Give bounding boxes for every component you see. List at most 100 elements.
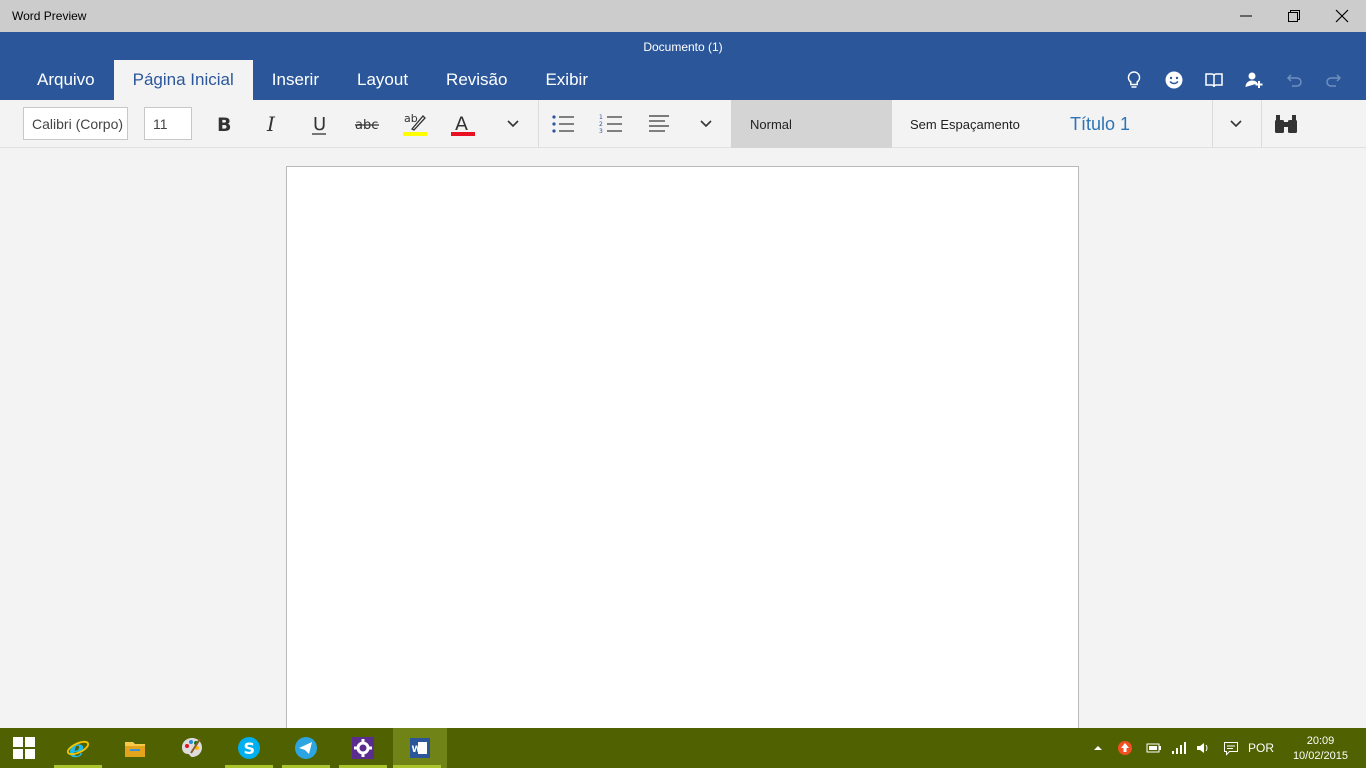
- undo-button[interactable]: [1282, 68, 1306, 92]
- clock-time: 20:09: [1306, 735, 1335, 747]
- highlighter-icon: ab: [403, 112, 427, 136]
- restore-button[interactable]: [1270, 0, 1318, 32]
- tab-inserir[interactable]: Inserir: [253, 60, 338, 100]
- minimize-button[interactable]: [1222, 0, 1270, 32]
- close-icon: [1335, 9, 1349, 23]
- style-normal[interactable]: Normal: [731, 100, 892, 148]
- tab-exibir[interactable]: Exibir: [526, 60, 607, 100]
- gear-icon: [352, 737, 374, 759]
- toolbar-divider: [1261, 100, 1262, 148]
- binoculars-icon: [1275, 115, 1297, 133]
- restore-icon: [1288, 10, 1300, 22]
- highlight-button[interactable]: ab: [399, 108, 431, 140]
- font-color-icon: A: [451, 113, 475, 136]
- signal-icon: [1172, 742, 1186, 754]
- style-titulo-1[interactable]: Título 1: [1070, 100, 1210, 148]
- undo-icon: [1286, 74, 1302, 87]
- show-hidden-icons-button[interactable]: [1088, 728, 1108, 768]
- svg-text:2: 2: [599, 121, 603, 128]
- header-actions: [1122, 68, 1346, 92]
- window-titlebar: Word Preview: [0, 0, 1366, 32]
- bullets-button[interactable]: [547, 108, 579, 140]
- bold-icon: B: [217, 114, 231, 136]
- align-button[interactable]: [643, 108, 675, 140]
- skype-icon: S: [238, 737, 260, 759]
- bullet-list-icon: [552, 115, 574, 133]
- svg-text:I: I: [266, 112, 276, 136]
- font-size-input[interactable]: 11: [144, 107, 192, 140]
- svg-text:3: 3: [599, 128, 603, 135]
- svg-text:S: S: [244, 739, 256, 758]
- tray-update[interactable]: [1114, 728, 1136, 768]
- tab-revisao[interactable]: Revisão: [427, 60, 526, 100]
- tab-layout[interactable]: Layout: [338, 60, 427, 100]
- update-arrow-icon: [1118, 741, 1132, 755]
- font-name-input[interactable]: Calibri (Corpo): [23, 107, 128, 140]
- strikethrough-icon: abc: [355, 118, 379, 133]
- taskbar-telegram[interactable]: [282, 728, 330, 768]
- font-more-button[interactable]: [497, 108, 529, 140]
- telegram-icon: [295, 737, 317, 759]
- tray-network[interactable]: [1168, 728, 1190, 768]
- ribbon-tabs: Arquivo Página Inicial Inserir Layout Re…: [18, 60, 607, 100]
- taskbar-skype[interactable]: S: [225, 728, 273, 768]
- toolbar-divider: [538, 100, 539, 148]
- taskbar-clock[interactable]: 20:09 10/02/2015: [1293, 734, 1348, 764]
- folder-icon: [125, 742, 145, 757]
- chevron-down-icon: [507, 120, 519, 128]
- tray-language[interactable]: POR: [1246, 728, 1276, 768]
- strikethrough-button[interactable]: abc: [351, 108, 383, 140]
- italic-button[interactable]: I: [255, 108, 287, 140]
- lightbulb-icon: [1127, 71, 1141, 88]
- speaker-icon: [1197, 743, 1208, 753]
- tray-battery[interactable]: [1142, 728, 1166, 768]
- smiley-icon: [1165, 71, 1183, 89]
- chevron-down-icon: [1230, 120, 1242, 128]
- styles-more-button[interactable]: [1220, 108, 1252, 140]
- underline-icon: U: [312, 114, 326, 135]
- start-button[interactable]: [0, 728, 48, 768]
- close-button[interactable]: [1318, 0, 1366, 32]
- paragraph-more-button[interactable]: [690, 108, 722, 140]
- tray-action-center[interactable]: [1220, 728, 1242, 768]
- font-color-button[interactable]: A: [447, 108, 479, 140]
- numbering-button[interactable]: 123: [595, 108, 627, 140]
- home-toolbar: Calibri (Corpo) 11 B I U abc ab A 123 No…: [0, 100, 1366, 148]
- taskbar-settings[interactable]: [339, 728, 387, 768]
- tab-pagina-inicial[interactable]: Página Inicial: [113, 60, 253, 100]
- find-button[interactable]: [1270, 108, 1302, 140]
- svg-text:W: W: [412, 745, 422, 755]
- tell-me-button[interactable]: [1122, 68, 1146, 92]
- tray-volume[interactable]: [1192, 728, 1214, 768]
- taskbar-file-explorer[interactable]: [111, 728, 159, 768]
- feedback-button[interactable]: [1162, 68, 1186, 92]
- svg-text:1: 1: [599, 114, 603, 121]
- taskbar-internet-explorer[interactable]: e: [54, 728, 102, 768]
- redo-button[interactable]: [1322, 68, 1346, 92]
- numbered-list-icon: 123: [599, 114, 622, 135]
- underline-button[interactable]: U: [303, 108, 335, 140]
- battery-icon: [1146, 743, 1161, 753]
- taskbar-paint[interactable]: [168, 728, 216, 768]
- word-icon: W: [410, 738, 430, 758]
- bold-button[interactable]: B: [207, 108, 239, 140]
- align-left-icon: [649, 115, 669, 132]
- taskbar-word[interactable]: W: [393, 728, 447, 768]
- redo-icon: [1326, 74, 1342, 87]
- tab-arquivo[interactable]: Arquivo: [18, 60, 114, 100]
- chevron-down-icon: [700, 120, 712, 128]
- paint-palette-icon: [182, 738, 202, 757]
- document-page[interactable]: [286, 166, 1079, 766]
- reading-view-button[interactable]: [1202, 68, 1226, 92]
- share-button[interactable]: [1242, 68, 1266, 92]
- svg-text:ab: ab: [404, 112, 418, 125]
- chevron-up-icon: [1094, 746, 1102, 750]
- internet-explorer-icon: e: [66, 736, 90, 760]
- svg-text:B: B: [217, 114, 231, 136]
- document-title: Documento (1): [643, 40, 723, 54]
- svg-text:U: U: [313, 114, 326, 135]
- style-sem-espacamento-label: Sem Espaçamento: [910, 116, 1020, 132]
- style-sem-espacamento[interactable]: Sem Espaçamento: [891, 100, 1051, 148]
- windows-logo-icon: [13, 737, 35, 759]
- share-person-icon: [1245, 72, 1263, 88]
